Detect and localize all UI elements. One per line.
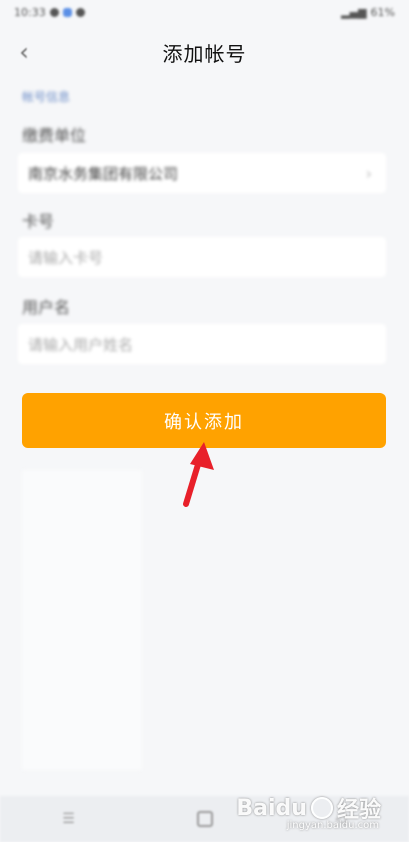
username-input[interactable]: 请输入用户姓名 [18, 324, 386, 364]
chevron-left-icon: ‹ [19, 38, 29, 66]
unit-select-value: 南京水务集团有限公司 [28, 164, 179, 183]
annotation-arrow-icon [183, 442, 214, 507]
status-time: 10:33 [14, 5, 46, 19]
battery-level: 61% [370, 5, 395, 19]
chevron-right-icon: › [365, 163, 372, 183]
watermark-brand: Baidu [236, 795, 307, 821]
field-label-card: 卡号 [22, 212, 55, 231]
username-placeholder: 请输入用户姓名 [28, 335, 134, 354]
section-label: 帐号信息 [22, 90, 71, 104]
unit-select[interactable]: 南京水务集团有限公司 › [18, 153, 386, 193]
paw-icon [310, 797, 333, 819]
menu-icon[interactable]: ☰ [60, 811, 78, 827]
back-button[interactable]: ‹ [10, 38, 38, 66]
baidu-watermark: Baidu 经验 jingyan.baidu.com [236, 792, 381, 832]
notification-icon [49, 7, 59, 17]
notification-icon [75, 7, 85, 17]
page-title: 添加帐号 [162, 41, 247, 66]
home-icon[interactable] [196, 811, 213, 827]
field-label-username: 用户名 [22, 298, 71, 317]
card-number-placeholder: 请输入卡号 [28, 248, 104, 267]
field-label-unit: 缴费单位 [22, 126, 87, 145]
watermark-url: jingyan.baidu.com [286, 820, 379, 831]
signal-icon: ▂▄▆ [341, 5, 367, 19]
status-bar: 10:33 ▂▄▆ 61% [0, 0, 409, 24]
status-left: 10:33 [14, 6, 85, 19]
status-right: ▂▄▆ 61% [341, 6, 395, 19]
app-notification-icon [62, 7, 72, 17]
card-number-input[interactable]: 请输入卡号 [18, 237, 386, 277]
background-panel [22, 470, 142, 770]
app-header: ‹ 添加帐号 [0, 24, 409, 80]
